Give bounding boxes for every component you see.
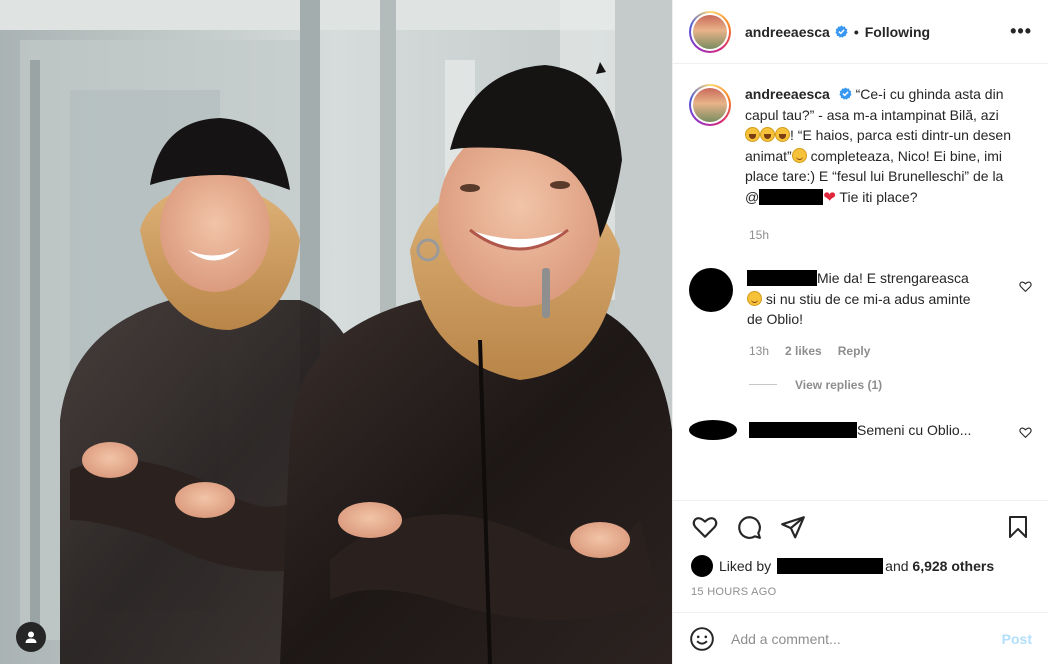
comment-item: Mie da! E strengareasca si nu stiu de ce…	[689, 268, 1032, 330]
comment-text: Semeni cu Oblio...	[857, 421, 972, 438]
grin-emoji-icon	[760, 127, 775, 142]
comment-input[interactable]	[731, 630, 1002, 647]
comment-like-heart-icon[interactable]	[1019, 426, 1032, 439]
photo-scene	[0, 0, 672, 664]
redacted-username	[747, 270, 817, 286]
grin-emoji-icon	[775, 127, 790, 142]
comment-meta: 13h 2 likes Reply	[749, 344, 1032, 358]
header-separator: •	[853, 23, 859, 40]
liked-by-label: Liked by	[719, 558, 772, 574]
post-timestamp[interactable]: 15 HOURS AGO	[673, 580, 1048, 612]
more-options-button[interactable]: •••	[1010, 21, 1032, 42]
caption-username[interactable]: andreeaesca	[745, 86, 830, 102]
save-button[interactable]	[1004, 513, 1032, 541]
likes-others-count[interactable]: 6,928 others	[912, 558, 994, 574]
red-heart-emoji-icon: ❤	[823, 188, 836, 206]
caption-avatar[interactable]	[689, 84, 731, 126]
comment-icon	[738, 515, 761, 539]
user-tag-icon	[25, 631, 37, 643]
bookmark-icon	[1009, 515, 1027, 538]
author-avatar-image	[693, 14, 727, 49]
share-button[interactable]	[779, 513, 807, 541]
post-comment-button[interactable]: Post	[1002, 631, 1032, 647]
post-photo[interactable]	[0, 0, 672, 664]
commenter-avatar[interactable]	[689, 268, 733, 312]
caption-time: 15h	[749, 228, 770, 242]
caption-text-part4: Tie iti place?	[835, 188, 918, 205]
following-button[interactable]: Following	[865, 24, 930, 40]
heart-icon	[692, 516, 718, 538]
view-replies-button[interactable]: View replies (1)	[749, 378, 1032, 392]
comment-time: 13h	[749, 343, 770, 358]
author-username[interactable]: andreeaesca	[745, 24, 830, 40]
comment-text-part2: si nu stiu de ce mi-a adus aminte de Obl…	[747, 290, 971, 328]
smile-emoji-icon	[791, 147, 807, 163]
commenter-avatar[interactable]	[689, 419, 737, 440]
user-tag-button[interactable]	[16, 622, 46, 652]
comment-reply-button[interactable]: Reply	[838, 344, 871, 358]
comments-area[interactable]: andreeaesca “Ce-i cu ghinda asta din cap…	[673, 64, 1048, 500]
smiley-icon[interactable]	[689, 626, 715, 652]
caption: andreeaesca “Ce-i cu ghinda asta din cap…	[689, 84, 1032, 208]
author-avatar[interactable]	[689, 10, 731, 53]
redacted-mention	[759, 188, 824, 205]
comment-button[interactable]	[735, 513, 763, 541]
likes-and-label: and	[885, 558, 909, 574]
view-replies-label: View replies (1)	[795, 377, 883, 392]
comment-text-part1: Mie da! E strengareasca	[817, 270, 969, 286]
comment-item: Semeni cu Oblio...	[689, 419, 1032, 440]
smile-emoji-icon	[747, 290, 762, 306]
post-header: andreeaesca • Following •••	[673, 0, 1048, 64]
paper-plane-icon	[781, 515, 805, 538]
like-button[interactable]	[691, 513, 719, 541]
caption-text: andreeaesca “Ce-i cu ghinda asta din cap…	[745, 84, 1015, 208]
liker-avatar[interactable]	[691, 555, 713, 577]
instagram-post: andreeaesca • Following ••• andreeaesca	[0, 0, 1048, 664]
add-comment-bar: Post	[673, 612, 1048, 664]
grin-emoji-icon	[745, 127, 760, 142]
redacted-username	[749, 421, 857, 438]
comment-text: Mie da! E strengareasca si nu stiu de ce…	[747, 268, 983, 330]
likes-summary: Liked by and 6,928 others	[673, 552, 1048, 580]
comment-like-heart-icon[interactable]	[1019, 280, 1032, 293]
redacted-username	[777, 558, 884, 574]
verified-badge-icon	[839, 87, 852, 100]
caption-avatar-image	[693, 88, 727, 122]
verified-badge-icon	[835, 25, 848, 38]
comment-likes-count[interactable]: 2 likes	[785, 344, 822, 358]
replies-divider-line	[749, 384, 777, 385]
post-panel: andreeaesca • Following ••• andreeaesca	[672, 0, 1048, 664]
post-actions	[673, 500, 1048, 552]
